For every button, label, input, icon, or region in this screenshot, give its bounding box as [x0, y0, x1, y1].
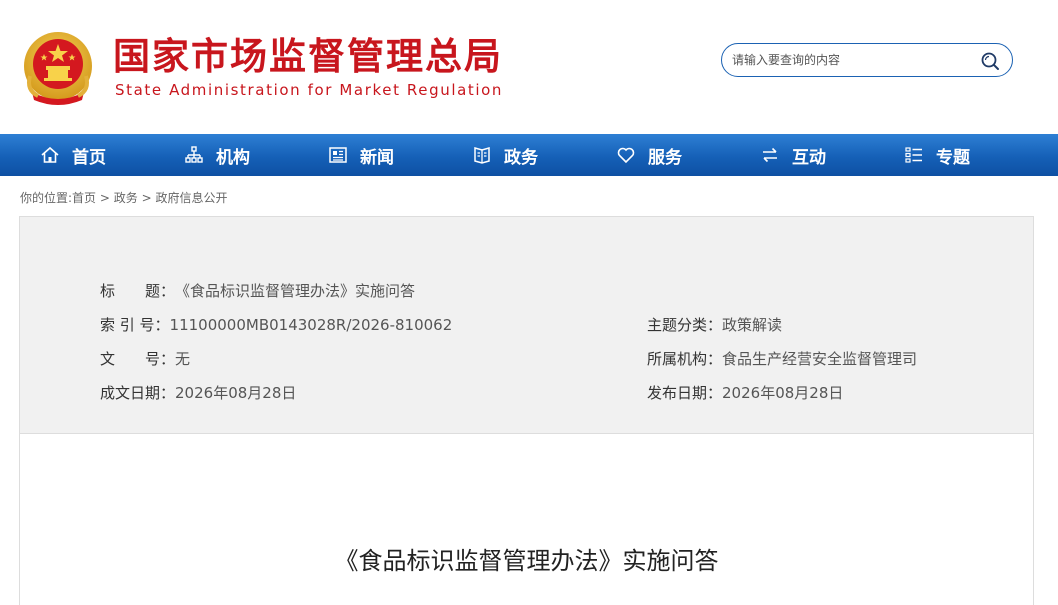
- nav-label: 服务: [648, 147, 682, 168]
- search-icon[interactable]: [980, 51, 1000, 71]
- exchange-arrows-icon: [763, 147, 777, 163]
- meta-topic-label: 主题分类：: [647, 316, 723, 334]
- home-icon: [41, 146, 59, 163]
- meta-doc-number-row: 文 号：无: [100, 349, 190, 369]
- national-emblem-icon[interactable]: [22, 30, 94, 106]
- meta-index-label: 索 引 号：: [100, 316, 170, 334]
- nav-item-home[interactable]: 首页: [40, 134, 106, 176]
- site-title[interactable]: 国家市场监督管理总局: [113, 34, 503, 80]
- document-metadata: 标 题：《食品标识监督管理办法》实施问答 索 引 号：11100000MB014…: [20, 217, 1033, 434]
- meta-index-row: 索 引 号：11100000MB0143028R/2026-810062: [100, 315, 452, 335]
- nav-label: 政务: [504, 147, 538, 168]
- site-subtitle-english: State Administration for Market Regulati…: [115, 81, 504, 99]
- nav-label: 首页: [72, 147, 106, 168]
- nav-item-news[interactable]: 新闻: [328, 134, 394, 176]
- main-nav: 首页 机构 新闻 政务 服务 互动 专题: [0, 134, 1058, 176]
- nav-item-government-affairs[interactable]: 政务: [472, 134, 538, 176]
- breadcrumb-home-link[interactable]: 首页: [72, 191, 96, 205]
- meta-title-label: 标 题：: [100, 282, 176, 300]
- newspaper-icon: [329, 147, 347, 163]
- breadcrumb-info-disclosure-link[interactable]: 政府信息公开: [155, 191, 227, 205]
- site-header: 国家市场监督管理总局 State Administration for Mark…: [0, 0, 1058, 134]
- nav-label: 机构: [216, 147, 250, 168]
- nav-item-interaction[interactable]: 互动: [760, 134, 826, 176]
- meta-index-value: 11100000MB0143028R/2026-810062: [169, 316, 453, 334]
- meta-published-date-row: 发布日期：2026年08月28日: [647, 383, 843, 403]
- meta-organization-row: 所属机构：食品生产经营安全监督管理司: [647, 349, 917, 369]
- content-panel: 标 题：《食品标识监督管理办法》实施问答 索 引 号：11100000MB014…: [19, 216, 1034, 605]
- nav-item-topics[interactable]: 专题: [904, 134, 970, 176]
- meta-created-date-value: 2026年08月28日: [175, 384, 297, 402]
- nav-item-services[interactable]: 服务: [616, 134, 682, 176]
- breadcrumb-separator: >: [137, 191, 156, 205]
- meta-published-date-label: 发布日期：: [647, 384, 723, 402]
- meta-topic-row: 主题分类：政策解读: [647, 315, 782, 335]
- breadcrumb-separator: >: [96, 191, 114, 205]
- meta-title-row: 标 题：《食品标识监督管理办法》实施问答: [100, 281, 415, 301]
- meta-doc-number-label: 文 号：: [100, 350, 176, 368]
- breadcrumb-government-link[interactable]: 政务: [114, 191, 138, 205]
- meta-doc-number-value: 无: [175, 350, 191, 368]
- search-input[interactable]: [732, 50, 972, 70]
- breadcrumb-prefix: 你的位置:: [20, 191, 73, 205]
- nav-item-organization[interactable]: 机构: [184, 134, 250, 176]
- org-chart-icon: [185, 146, 203, 163]
- article-title: 《食品标识监督管理办法》实施问答: [334, 547, 719, 575]
- nav-label: 专题: [936, 147, 970, 168]
- meta-published-date-value: 2026年08月28日: [722, 384, 844, 402]
- search-box: [721, 43, 1013, 77]
- meta-organization-label: 所属机构：: [647, 350, 723, 368]
- list-icon: [905, 147, 922, 163]
- meta-organization-value: 食品生产经营安全监督管理司: [722, 350, 918, 368]
- nav-label: 互动: [792, 147, 826, 168]
- meta-created-date-row: 成文日期：2026年08月28日: [100, 383, 296, 403]
- nav-label: 新闻: [360, 147, 394, 168]
- meta-title-value: 《食品标识监督管理办法》实施问答: [175, 282, 416, 300]
- heart-icon: [617, 147, 635, 164]
- document-icon: [474, 147, 490, 164]
- meta-created-date-label: 成文日期：: [100, 384, 176, 402]
- meta-topic-value: 政策解读: [722, 316, 783, 334]
- breadcrumb: 你的位置:首页 > 政务 > 政府信息公开: [20, 190, 227, 206]
